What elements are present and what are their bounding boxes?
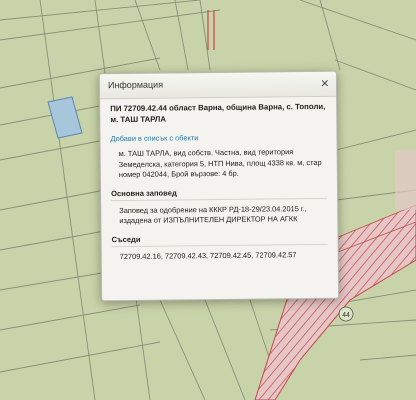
neighbours-heading: Съседи bbox=[111, 232, 328, 247]
edge-hatch bbox=[395, 150, 416, 210]
parcel-title: ПИ 72709.42.44 област Варна, община Варн… bbox=[110, 101, 326, 124]
popup-title: Информация bbox=[107, 79, 164, 91]
add-to-list-link[interactable]: Добави в списък с обекти bbox=[110, 132, 326, 143]
parcel-number-label: 44 bbox=[342, 312, 350, 319]
popup-content: ПИ 72709.42.44 област Варна, община Варн… bbox=[110, 102, 328, 262]
close-icon[interactable]: × bbox=[321, 75, 329, 91]
order-text: Заповед за одобрение на КККР РД-18-29/23… bbox=[119, 203, 307, 226]
neighbours-text: 72709.42.16, 72709.42.43, 72709.42.45, 7… bbox=[119, 249, 297, 261]
popup-header: Информация × bbox=[99, 71, 337, 100]
parcel-description: м. ТАШ ТАРЛА, вид собств. Частна, вид те… bbox=[118, 147, 322, 180]
info-popup: Информация × ПИ 72709.42.44 област Варна… bbox=[98, 70, 340, 302]
order-heading: Основна заповед bbox=[111, 186, 328, 201]
